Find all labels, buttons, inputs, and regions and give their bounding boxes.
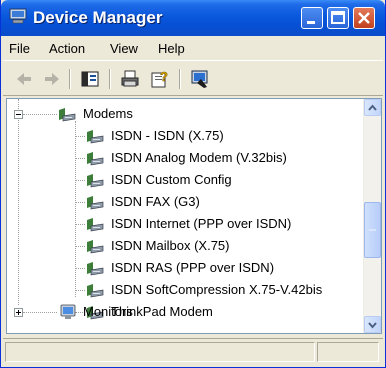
close-button[interactable] <box>353 7 375 29</box>
modem-icon <box>87 284 104 298</box>
menu-file[interactable]: File <box>9 41 30 56</box>
tree-guide-line <box>75 136 85 137</box>
vertical-scrollbar[interactable] <box>363 99 381 333</box>
modem-icon <box>59 108 76 122</box>
scroll-thumb[interactable] <box>364 202 381 259</box>
menu-bar: File Action View Help <box>3 36 383 60</box>
tree-item-device[interactable]: ISDN Internet (PPP over ISDN) <box>7 213 365 235</box>
tree-item-label: Monitors <box>83 304 133 319</box>
menu-action[interactable]: Action <box>49 41 85 56</box>
tree-item-label: ISDN Mailbox (X.75) <box>111 238 230 253</box>
tree-item-modems[interactable]: Modems <box>7 103 365 125</box>
tree-item-label: ISDN RAS (PPP over ISDN) <box>111 260 275 275</box>
monitor-icon <box>60 304 76 319</box>
close-icon <box>358 12 370 24</box>
tree-item-label: ISDN Internet (PPP over ISDN) <box>111 216 292 231</box>
scan-hardware-changes-icon[interactable] <box>189 69 211 89</box>
chevron-up-icon <box>368 104 377 111</box>
print-icon[interactable] <box>119 69 141 89</box>
expand-icon[interactable] <box>14 308 23 317</box>
minimize-icon <box>307 21 315 24</box>
tree-item-label: ISDN FAX (G3) <box>111 194 200 209</box>
minimize-button[interactable] <box>301 7 323 29</box>
title-bar[interactable]: Device Manager <box>1 0 385 36</box>
tree-guide-line <box>75 290 85 291</box>
tree-item-label: Modems <box>83 106 133 121</box>
status-panel <box>5 342 315 362</box>
modem-icon <box>87 174 104 188</box>
tree-item-monitors[interactable]: Monitors <box>7 301 365 323</box>
maximize-button[interactable] <box>327 7 349 29</box>
device-manager-icon <box>9 8 27 24</box>
toolbar-separator <box>69 69 71 89</box>
tree-item-device[interactable]: ISDN SoftCompression X.75-V.42bis <box>7 279 365 301</box>
forward-arrow-icon[interactable] <box>41 69 63 89</box>
tree-item-device[interactable]: ISDN Mailbox (X.75) <box>7 235 365 257</box>
toolbar-separator <box>179 69 181 89</box>
tree-guide-line <box>75 158 85 159</box>
back-arrow-icon[interactable] <box>13 69 35 89</box>
tree-guide-line <box>75 202 85 203</box>
window-title: Device Manager <box>33 8 163 27</box>
menu-help[interactable]: Help <box>158 41 185 56</box>
tree-item-label: ISDN Analog Modem (V.32bis) <box>111 150 287 165</box>
tree-item-device[interactable]: ISDN FAX (G3) <box>7 191 365 213</box>
modem-icon <box>87 218 104 232</box>
menu-view[interactable]: View <box>110 41 138 56</box>
status-bar <box>3 338 383 365</box>
modem-icon <box>87 152 104 166</box>
toolbar-separator <box>109 69 111 89</box>
chevron-down-icon <box>368 322 377 329</box>
device-tree: Modems ISDN - ISDN (X.75) ISDN Analog Mod… <box>6 98 382 334</box>
scroll-up-button[interactable] <box>364 99 381 116</box>
tree-item-device[interactable]: ISDN RAS (PPP over ISDN) <box>7 257 365 279</box>
tree-guide-line <box>75 224 85 225</box>
tree-item-label: ISDN SoftCompression X.75-V.42bis <box>111 282 323 297</box>
collapse-icon[interactable] <box>14 110 23 119</box>
properties-help-icon[interactable]: ? <box>149 69 171 89</box>
tree-item-label: ISDN Custom Config <box>111 172 232 187</box>
tree-guide-line <box>75 268 85 269</box>
grip-icon <box>369 229 376 231</box>
show-hide-console-tree-icon[interactable] <box>79 69 101 89</box>
tree-guide-line <box>75 180 85 181</box>
tree-guide-line <box>23 312 57 313</box>
tree-item-device[interactable]: ISDN Custom Config <box>7 169 365 191</box>
tree-item-label: ISDN - ISDN (X.75) <box>111 128 224 143</box>
modem-icon <box>87 262 104 276</box>
toolbar: ? <box>3 60 383 96</box>
modem-icon <box>87 130 104 144</box>
modem-icon <box>87 196 104 210</box>
maximize-icon <box>331 11 345 24</box>
tree-item-device[interactable]: ISDN - ISDN (X.75) <box>7 125 365 147</box>
device-manager-window: Device Manager File Action View Help ? M… <box>0 0 386 368</box>
status-panel <box>317 342 379 362</box>
svg-text:?: ? <box>160 69 168 84</box>
modem-icon <box>87 240 104 254</box>
tree-item-device[interactable]: ISDN Analog Modem (V.32bis) <box>7 147 365 169</box>
scroll-down-button[interactable] <box>364 316 381 333</box>
tree-guide-line <box>75 246 85 247</box>
tree-guide-line <box>23 114 57 115</box>
